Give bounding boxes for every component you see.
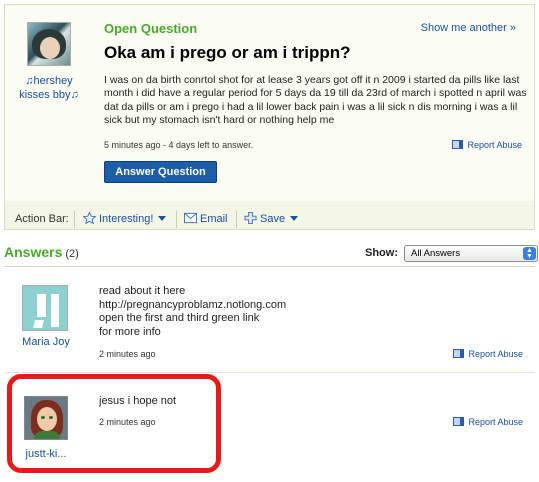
email-button[interactable]: Email	[184, 212, 228, 225]
divider	[74, 211, 75, 228]
interesting-button[interactable]: Interesting!	[83, 212, 167, 225]
action-bar-label: Action Bar:	[15, 213, 69, 225]
select-arrows-icon: ▲ ▼	[523, 247, 536, 260]
question-body: I was on da birth conrtol shot for at le…	[104, 74, 527, 127]
question-meta: 5 minutes ago - 4 days left to answer.	[104, 140, 254, 150]
answer-question-button[interactable]: Answer Question	[104, 161, 217, 183]
question-title: Oka am i prego or am i trippn?	[104, 43, 351, 62]
action-bar: Action Bar: Interesting! Email Save	[5, 209, 534, 230]
star-icon	[83, 212, 96, 224]
answer-line: open the first and third green link	[99, 312, 260, 324]
email-label: Email	[200, 213, 228, 225]
report-abuse-answer[interactable]: Report Abuse	[453, 417, 523, 427]
avatar-face	[40, 37, 60, 59]
save-label: Save	[260, 213, 286, 225]
flag-icon	[453, 349, 465, 358]
answer-meta: 2 minutes ago	[99, 349, 156, 359]
flag-icon	[452, 140, 464, 149]
show-label: Show:	[365, 247, 398, 259]
answerer-name[interactable]: Maria Joy	[12, 336, 80, 348]
divider	[4, 266, 535, 267]
divider	[4, 372, 535, 373]
question-status-label: Open Question	[104, 21, 198, 36]
divider	[236, 211, 237, 228]
answer-text: read about it here http://pregnancyprobl…	[99, 285, 286, 339]
avatar-shape	[37, 294, 46, 317]
answers-filter-value: All Answers	[411, 248, 461, 259]
save-button[interactable]: Save	[244, 212, 299, 225]
plus-icon	[244, 212, 257, 224]
report-abuse-answer[interactable]: Report Abuse	[453, 349, 523, 359]
show-another-link[interactable]: Show me another »	[421, 22, 516, 34]
question-box: ♫hershey kisses bby♫ Open Question Show …	[4, 4, 535, 230]
flag-icon	[453, 417, 465, 426]
chevron-down-icon	[158, 216, 167, 221]
answers-count: (2)	[65, 248, 79, 260]
answers-heading: Answers (2)	[4, 244, 79, 260]
interesting-label: Interesting!	[99, 213, 154, 225]
answers-title: Answers	[4, 244, 63, 260]
answers-filter-select[interactable]: All Answers ▲ ▼	[404, 245, 538, 262]
report-abuse-question[interactable]: Report Abuse	[452, 140, 522, 150]
asker-name[interactable]: ♫hershey kisses bby♫	[13, 74, 85, 102]
answer-line: for more info	[99, 325, 161, 338]
answerer-avatar[interactable]	[22, 285, 68, 331]
divider	[176, 211, 177, 228]
report-abuse-label: Report Abuse	[467, 140, 522, 150]
red-highlight-annotation	[7, 374, 221, 473]
report-abuse-label: Report Abuse	[468, 349, 523, 359]
avatar-shape	[33, 320, 44, 328]
report-abuse-label: Report Abuse	[468, 417, 523, 427]
answer-line: http://pregnancyproblamz.notlong.com	[99, 298, 287, 311]
envelope-icon	[184, 212, 197, 224]
answer-line: read about it here	[99, 285, 186, 297]
asker-avatar[interactable]	[27, 22, 71, 66]
avatar-shape	[51, 294, 59, 327]
chevron-down-icon	[290, 216, 299, 221]
